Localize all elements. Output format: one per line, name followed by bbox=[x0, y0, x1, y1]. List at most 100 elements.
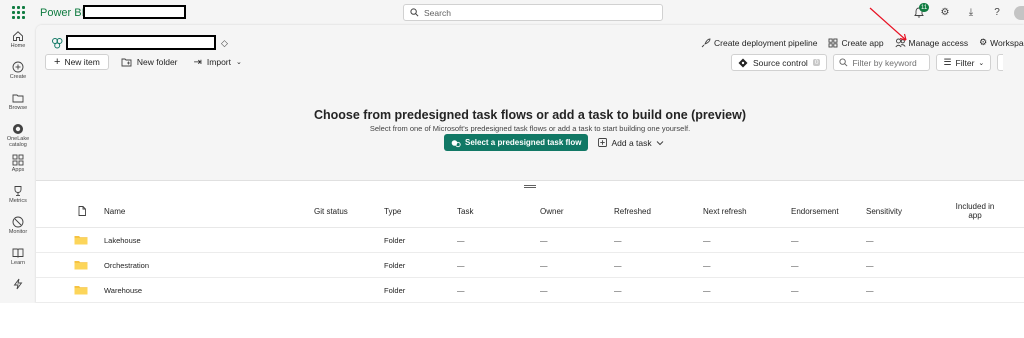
cell-owner: — bbox=[540, 235, 548, 245]
people-icon bbox=[894, 38, 906, 47]
cell-type: Folder bbox=[384, 260, 406, 270]
settings-button[interactable]: ⚙ bbox=[932, 0, 958, 25]
lightning-icon bbox=[13, 278, 23, 290]
download-button[interactable]: ⤓ bbox=[958, 0, 984, 25]
cell-type: Folder bbox=[384, 235, 406, 245]
plus-icon: + bbox=[54, 56, 61, 68]
create-app-button[interactable]: Create app bbox=[828, 37, 884, 48]
column-task[interactable]: Task bbox=[457, 195, 473, 227]
column-endorsement[interactable]: Endorsement bbox=[791, 195, 839, 227]
folder-add-icon bbox=[121, 58, 132, 67]
nav-item-monitor[interactable]: Monitor bbox=[0, 211, 36, 242]
panel-resize-handle[interactable] bbox=[36, 181, 1024, 191]
nav-item-onelake-catalog[interactable]: OneLake catalog bbox=[0, 118, 36, 149]
filter-lines-icon: ☰ bbox=[943, 57, 952, 67]
cell-task: — bbox=[457, 285, 465, 295]
cell-refreshed: — bbox=[614, 285, 622, 295]
table-row[interactable]: Warehouse Folder — — — — — — bbox=[36, 278, 1024, 303]
search-input[interactable]: Search bbox=[403, 4, 663, 21]
monitor-icon bbox=[12, 216, 24, 228]
task-flow-actions: Select a predesigned task flow Add a tas… bbox=[444, 134, 664, 151]
notification-count-badge: 11 bbox=[919, 3, 930, 12]
cell-task: — bbox=[457, 235, 465, 245]
source-control-button[interactable]: Source control 0 bbox=[731, 54, 828, 71]
onelake-icon bbox=[13, 124, 23, 134]
cell-sensitivity: — bbox=[866, 260, 874, 270]
create-deployment-pipeline-button[interactable]: Create deployment pipeline bbox=[701, 37, 817, 48]
help-icon: ? bbox=[994, 7, 1000, 18]
app-launcher-button[interactable] bbox=[0, 0, 36, 25]
new-item-button[interactable]: + New item bbox=[45, 54, 109, 70]
item-name[interactable]: Orchestration bbox=[104, 253, 149, 277]
top-right-icons: 11 ⚙ ⤓ ? bbox=[906, 0, 1024, 25]
toolbar: + New item New folder ⇥ Import ⌄ bbox=[45, 54, 246, 70]
column-owner[interactable]: Owner bbox=[540, 195, 564, 227]
workspace-settings-button[interactable]: ⚙ Workspace bbox=[979, 37, 1024, 48]
cell-endorsement: — bbox=[791, 260, 799, 270]
column-name[interactable]: Name bbox=[104, 195, 125, 227]
cell-refreshed: — bbox=[614, 260, 622, 270]
brand-name[interactable]: Power BI bbox=[40, 7, 85, 19]
source-control-count: 0 bbox=[812, 59, 821, 66]
workspace-header: ◇ Create deployment pipeline Create app … bbox=[36, 25, 1024, 75]
column-type[interactable]: Type bbox=[384, 195, 401, 227]
nav-item-apps[interactable]: Apps bbox=[0, 149, 36, 180]
avatar[interactable] bbox=[1014, 5, 1024, 20]
manage-access-button[interactable]: Manage access bbox=[894, 37, 968, 48]
chevron-down-icon bbox=[656, 140, 664, 145]
nav-item-learn[interactable]: Learn bbox=[0, 242, 36, 273]
cell-owner: — bbox=[540, 285, 548, 295]
workspace-icon bbox=[52, 38, 63, 49]
filter-by-keyword-input[interactable]: Filter by keyword bbox=[833, 54, 931, 71]
nav-item-fabric[interactable] bbox=[0, 273, 36, 303]
column-next-refresh[interactable]: Next refresh bbox=[703, 195, 747, 227]
add-task-button[interactable]: Add a task bbox=[598, 138, 664, 148]
download-icon: ⤓ bbox=[968, 7, 974, 18]
select-predesigned-task-flow-button[interactable]: Select a predesigned task flow bbox=[444, 134, 589, 151]
cell-sensitivity: — bbox=[866, 285, 874, 295]
redacted-workspace-title bbox=[66, 35, 216, 50]
filter-button[interactable]: ☰ Filter ⌄ bbox=[936, 54, 992, 71]
settings-icon: ⚙ bbox=[940, 7, 950, 18]
nav-item-home[interactable]: Home bbox=[0, 25, 36, 56]
powerbi-window: Power BI Search 11 ⚙ ⤓ ? Home Create Bro… bbox=[0, 0, 1024, 303]
import-button[interactable]: ⇥ Import ⌄ bbox=[190, 54, 246, 70]
table-row[interactable]: Orchestration Folder — — — — — — bbox=[36, 253, 1024, 278]
cell-next-refresh: — bbox=[703, 260, 711, 270]
new-folder-button[interactable]: New folder bbox=[117, 54, 182, 70]
apps-icon bbox=[12, 154, 24, 166]
cell-next-refresh: — bbox=[703, 285, 711, 295]
column-sensitivity[interactable]: Sensitivity bbox=[866, 195, 902, 227]
main-content: ◇ Create deployment pipeline Create app … bbox=[36, 25, 1024, 303]
task-flow-icon bbox=[451, 139, 461, 147]
item-name[interactable]: Warehouse bbox=[104, 278, 142, 302]
search-icon bbox=[839, 58, 848, 67]
redacted-workspace-name bbox=[83, 5, 186, 19]
table-row[interactable]: Lakehouse Folder — — — — — — bbox=[36, 228, 1024, 253]
task-flow-subtitle: Select from one of Microsoft's predesign… bbox=[369, 124, 691, 133]
home-icon bbox=[13, 31, 23, 41]
add-square-icon bbox=[598, 138, 608, 147]
column-git-status[interactable]: Git status bbox=[314, 195, 348, 227]
git-diamond-icon bbox=[738, 58, 748, 67]
column-refreshed[interactable]: Refreshed bbox=[614, 195, 651, 227]
cell-task: — bbox=[457, 260, 465, 270]
column-included-in-app[interactable]: Included in app bbox=[948, 195, 1002, 227]
search-placeholder: Search bbox=[424, 7, 451, 18]
help-button[interactable]: ? bbox=[984, 0, 1010, 25]
nav-item-create[interactable]: Create bbox=[0, 56, 36, 87]
cell-owner: — bbox=[540, 260, 548, 270]
view-options-button[interactable] bbox=[997, 54, 1004, 71]
folder-icon bbox=[74, 278, 88, 302]
notifications-button[interactable]: 11 bbox=[906, 0, 932, 25]
browse-icon bbox=[12, 94, 24, 103]
item-name[interactable]: Lakehouse bbox=[104, 228, 141, 252]
folder-icon bbox=[74, 253, 88, 277]
metrics-icon bbox=[14, 186, 22, 196]
task-flow-title: Choose from predesigned task flows or ad… bbox=[313, 108, 747, 122]
nav-item-browse[interactable]: Browse bbox=[0, 87, 36, 118]
drag-handle-icon bbox=[524, 184, 536, 188]
cell-type: Folder bbox=[384, 285, 406, 295]
nav-item-metrics[interactable]: Metrics bbox=[0, 180, 36, 211]
premium-diamond-icon: ◇ bbox=[221, 38, 228, 48]
